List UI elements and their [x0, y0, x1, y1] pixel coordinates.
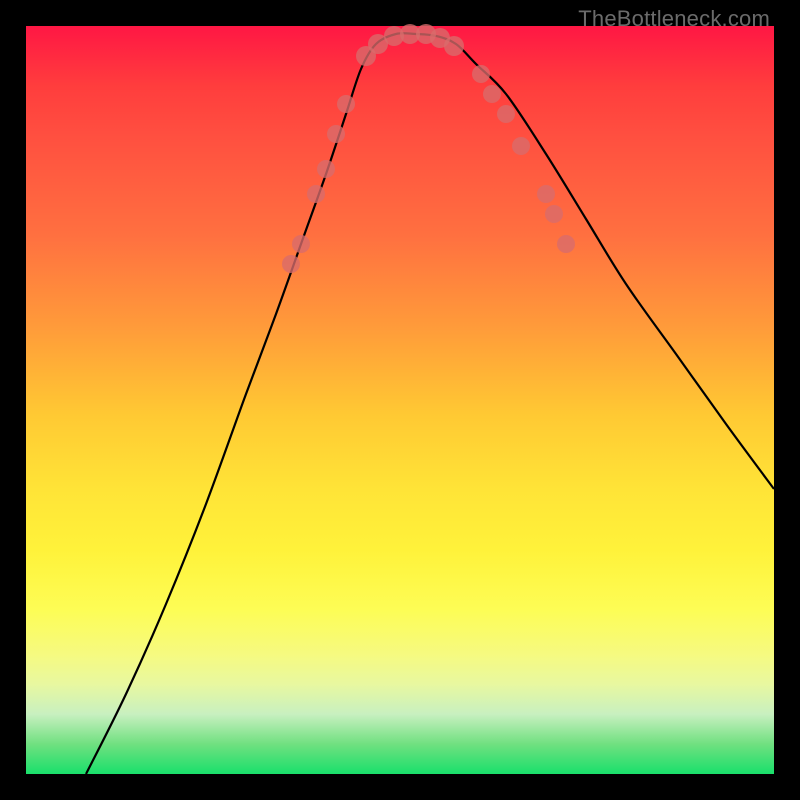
curve-marker — [497, 105, 515, 123]
curve-marker — [292, 235, 310, 253]
plot-area — [26, 26, 774, 774]
curve-marker — [317, 160, 335, 178]
curve-marker — [545, 205, 563, 223]
curve-marker — [537, 185, 555, 203]
bottleneck-curve — [86, 33, 774, 774]
curve-marker — [327, 125, 345, 143]
curve-marker — [307, 185, 325, 203]
chart-frame: TheBottleneck.com — [0, 0, 800, 800]
chart-svg — [26, 26, 774, 774]
curve-marker — [444, 36, 464, 56]
curve-marker — [557, 235, 575, 253]
marker-group — [282, 24, 575, 273]
curve-marker — [337, 95, 355, 113]
curve-marker — [483, 85, 501, 103]
curve-marker — [472, 65, 490, 83]
curve-marker — [282, 255, 300, 273]
curve-marker — [512, 137, 530, 155]
